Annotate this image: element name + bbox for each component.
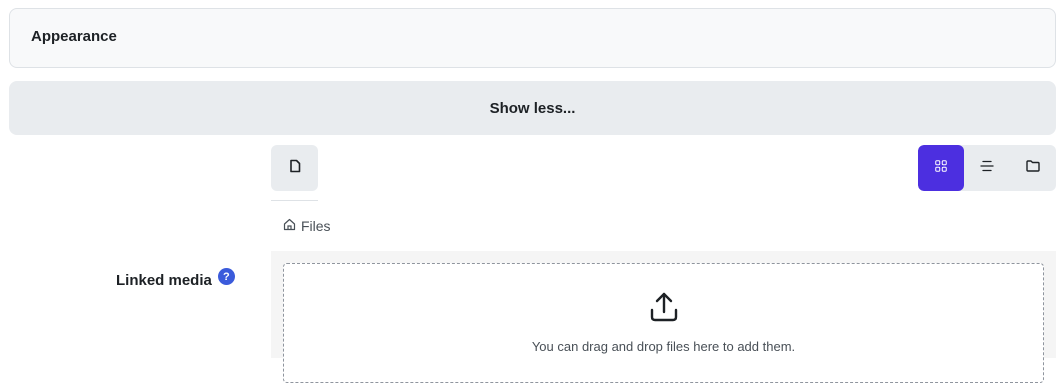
tree-view-button[interactable] (1010, 145, 1056, 191)
list-view-button[interactable] (964, 145, 1010, 191)
appearance-section[interactable] (9, 8, 1056, 68)
view-mode-toggle (918, 145, 1056, 191)
show-less-button[interactable]: Show less... (9, 81, 1056, 135)
help-icon[interactable]: ? (217, 268, 235, 285)
home-icon[interactable] (283, 218, 296, 234)
upload-icon[interactable] (647, 290, 681, 324)
linked-media-label: Linked media ? (116, 268, 235, 289)
breadcrumb-files[interactable]: Files (301, 218, 331, 234)
show-less-label: Show less... (489, 99, 576, 117)
icons-view-button[interactable] (918, 145, 964, 191)
folder-icon (1026, 159, 1040, 177)
appearance-section-title[interactable]: Appearance (31, 27, 117, 47)
dropzone-instructions: You can drag and drop files here to add … (531, 339, 796, 354)
toolbar-divider (271, 200, 318, 201)
add-file-button[interactable] (271, 145, 318, 191)
breadcrumb: Files (283, 216, 331, 236)
linked-media-label-text: Linked media (116, 272, 212, 289)
file-icon (288, 159, 302, 178)
list-icon (980, 159, 994, 177)
grid-icon (935, 159, 947, 177)
